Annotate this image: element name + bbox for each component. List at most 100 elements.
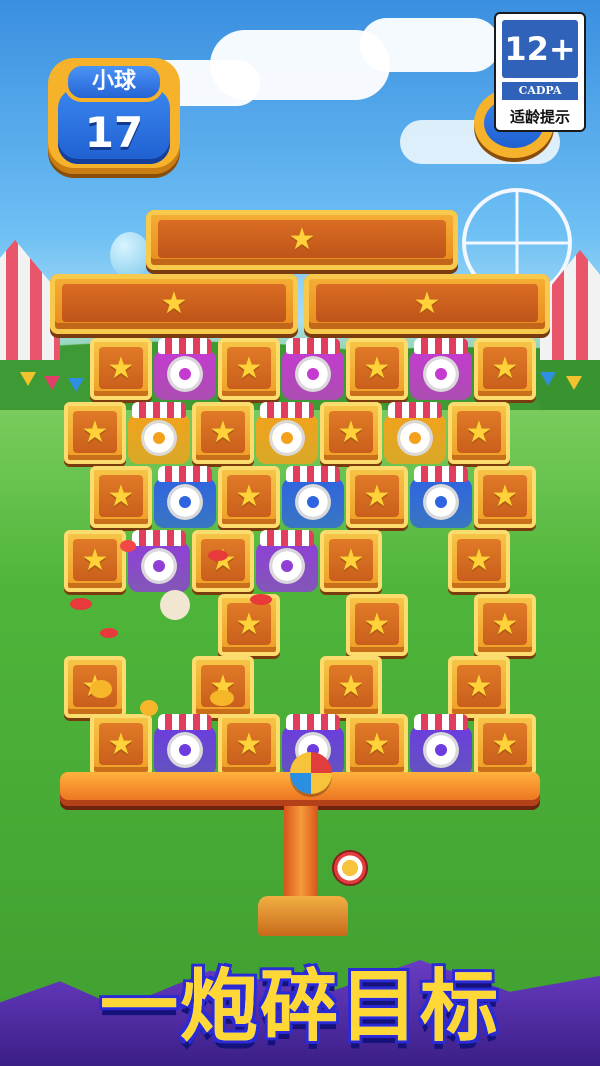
jar-lid (132, 402, 186, 418)
star-crate-block: ★ (346, 714, 408, 776)
age-rating-value: 12+ (502, 20, 578, 78)
star-crate-block: ★ (90, 338, 152, 400)
star-icon: ★ (107, 727, 135, 762)
star-icon: ★ (465, 669, 493, 704)
star-crate-block: ★ (64, 530, 126, 592)
star-crate-block: ★ (346, 594, 408, 656)
jar-lid (286, 466, 340, 482)
fruit-jar-target-magenta (154, 338, 216, 400)
star-icon: ★ (337, 543, 365, 578)
wood-plank-block: ★ (146, 210, 458, 270)
fruit-jar-target-orange (128, 402, 190, 464)
wood-plank-block: ★ (50, 274, 298, 334)
jar-lid (158, 466, 212, 482)
balloon-decoration (110, 232, 150, 278)
cannon-ball[interactable] (290, 752, 332, 794)
age-rating-tip: 适龄提示 (509, 108, 570, 126)
star-icon: ★ (107, 351, 135, 386)
star-icon: ★ (81, 415, 109, 450)
star-icon: ★ (235, 351, 263, 386)
jar-lid (388, 402, 442, 418)
fruit-label-icon (397, 419, 433, 456)
fruit-label-icon (295, 355, 331, 392)
fruit-label-icon (423, 731, 459, 768)
fruit-label-icon (269, 547, 305, 584)
explosion-debris (70, 598, 92, 610)
explosion-debris (210, 690, 234, 706)
balls-counter-panel: 小球 17 (48, 58, 180, 174)
star-icon: ★ (465, 415, 493, 450)
star-icon: ★ (81, 543, 109, 578)
fruit-label-icon (167, 483, 203, 520)
star-icon: ★ (235, 607, 263, 642)
explosion-debris (90, 680, 112, 698)
explosion-debris (100, 628, 118, 638)
jar-lid (414, 714, 468, 730)
fruit-jar-target-grape (128, 530, 190, 592)
star-icon: ★ (363, 351, 391, 386)
bunting-flag (566, 376, 582, 390)
star-crate-block: ★ (346, 466, 408, 528)
fruit-jar-target-orange (256, 402, 318, 464)
fruit-jar-target-blue (410, 466, 472, 528)
star-crate-block: ★ (320, 402, 382, 464)
explosion-debris (140, 700, 158, 716)
bunting-flag (20, 372, 36, 386)
star-crate-block: ★ (474, 338, 536, 400)
balls-label: 小球 (64, 62, 164, 102)
age-rating-org: CADPA (502, 82, 578, 100)
jar-lid (260, 530, 314, 546)
star-crate-block: ★ (90, 714, 152, 776)
fruit-label-icon (423, 483, 459, 520)
fruit-label-icon (423, 355, 459, 392)
bunting-flag (44, 376, 60, 390)
star-crate-block: ★ (448, 530, 510, 592)
fruit-jar-target-blue (154, 466, 216, 528)
jar-lid (132, 530, 186, 546)
jar-lid (414, 338, 468, 354)
star-crate-block: ★ (218, 594, 280, 656)
fruit-label-icon (141, 419, 177, 456)
bunting-flag (540, 372, 556, 386)
star-crate-block: ★ (192, 530, 254, 592)
jar-lid (260, 402, 314, 418)
fruit-label-icon (167, 731, 203, 768)
next-ball-icon (332, 850, 368, 886)
star-icon: ★ (363, 727, 391, 762)
star-crate-block: ★ (474, 714, 536, 776)
star-icon: ★ (363, 607, 391, 642)
star-crate-block: ★ (218, 466, 280, 528)
jar-lid (158, 714, 212, 730)
star-icon: ★ (160, 286, 188, 321)
launcher-base (258, 896, 348, 936)
jar-lid (158, 338, 212, 354)
star-crate-block: ★ (474, 594, 536, 656)
balls-count: 17 (84, 108, 144, 157)
star-crate-block: ★ (218, 338, 280, 400)
star-crate-block: ★ (64, 402, 126, 464)
star-icon: ★ (107, 479, 135, 514)
star-crate-block: ★ (90, 466, 152, 528)
star-icon: ★ (288, 222, 316, 257)
star-crate-block: ★ (192, 402, 254, 464)
fruit-label-icon (141, 547, 177, 584)
jar-lid (286, 338, 340, 354)
fruit-label-icon (269, 419, 305, 456)
fruit-jar-target-grape (256, 530, 318, 592)
star-crate-block: ★ (346, 338, 408, 400)
jar-lid (414, 466, 468, 482)
star-crate-block: ★ (448, 656, 510, 718)
cloud (360, 18, 500, 72)
jar-lid (286, 714, 340, 730)
fruit-jar-target-blue (282, 466, 344, 528)
star-crate-block: ★ (192, 656, 254, 718)
game-scene: 小球 17 12+ CADPA 适龄提示 ★ ★ ★ ★ ★ ★ ★ ★ ★ ★ ★ ★ ★ ★ ★ ★… (0, 0, 600, 1066)
star-icon: ★ (491, 479, 519, 514)
explosion-debris (160, 590, 190, 620)
explosion-debris (120, 540, 136, 552)
star-icon: ★ (235, 727, 263, 762)
star-icon: ★ (491, 351, 519, 386)
fruit-label-icon (295, 483, 331, 520)
fruit-jar-target-purple (154, 714, 216, 776)
explosion-debris (250, 594, 272, 605)
